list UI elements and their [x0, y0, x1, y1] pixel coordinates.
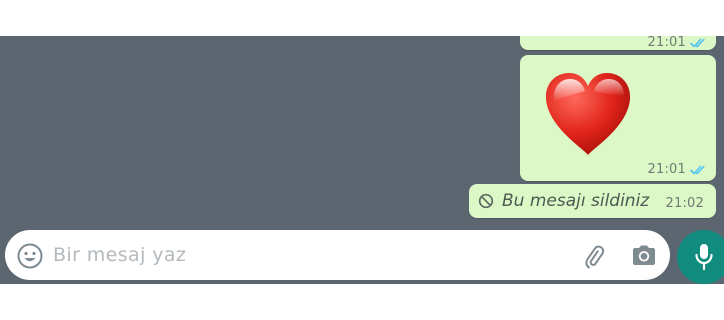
chat-screen: 21:01 21:01 Bu mesajı sildiniz 21:02 Bir… [0, 0, 724, 320]
message-input[interactable]: Bir mesaj yaz [5, 230, 670, 280]
message-time: 21:02 [665, 196, 704, 211]
message-meta: 21:01 [648, 36, 708, 50]
prohibited-icon [478, 193, 494, 209]
composer-bar: Bir mesaj yaz [0, 228, 724, 284]
smiley-icon[interactable] [17, 243, 43, 269]
message-bubble-outgoing[interactable]: 21:01 [520, 36, 716, 50]
heart-emoji-icon [545, 73, 631, 155]
message-time: 21:01 [647, 36, 686, 50]
message-meta: 21:02 [666, 196, 704, 211]
paperclip-icon[interactable] [581, 243, 607, 269]
voice-record-button[interactable] [677, 230, 724, 284]
double-check-icon [690, 165, 705, 174]
message-bubble-deleted[interactable]: Bu mesajı sildiniz 21:02 [469, 184, 716, 218]
message-meta: 21:01 [648, 162, 708, 177]
message-bubble-emoji[interactable]: 21:01 [520, 55, 716, 181]
message-input-placeholder: Bir mesaj yaz [53, 244, 187, 266]
microphone-icon [695, 244, 713, 271]
message-time: 21:01 [647, 162, 686, 177]
camera-icon[interactable] [632, 244, 656, 266]
deleted-message-text: Bu mesajı sildiniz [502, 191, 650, 211]
double-check-icon [690, 38, 705, 47]
